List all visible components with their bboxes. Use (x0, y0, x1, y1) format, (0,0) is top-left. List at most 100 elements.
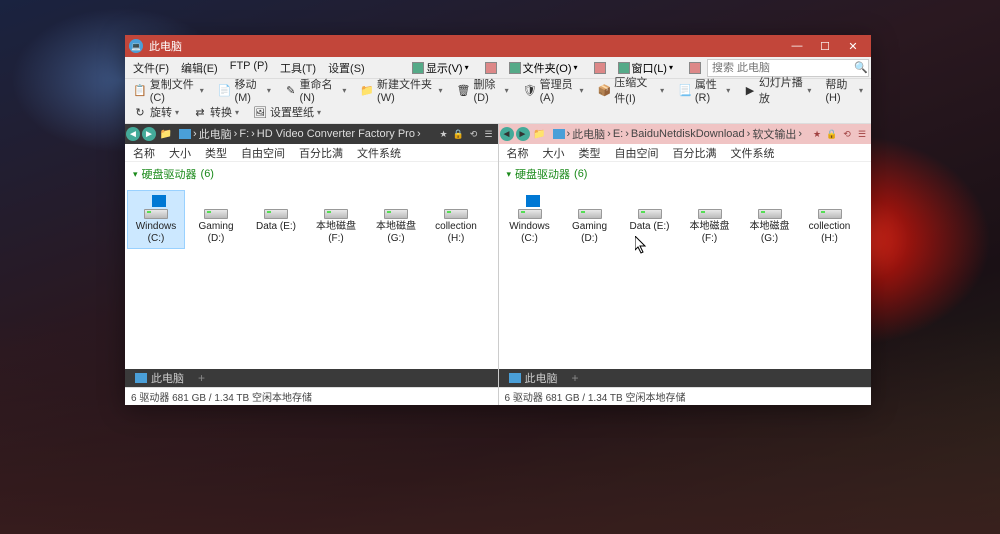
address-bar-left[interactable]: ◄ ► 📁 ›此电脑›F:›HD Video Converter Factory… (125, 124, 498, 144)
column-headers[interactable]: 名称大小类型自由空间百分比满文件系统 (499, 144, 872, 162)
drive-item[interactable]: 本地磁盘 (G:) (741, 190, 799, 249)
drive-group-header[interactable]: ▾ 硬盘驱动器 (6) (499, 162, 872, 186)
column-header[interactable]: 大小 (543, 145, 565, 161)
drive-item[interactable]: Windows (C:) (127, 190, 185, 249)
menu-icon[interactable]: ☰ (855, 127, 869, 141)
drive-item[interactable]: Data (E:) (621, 190, 679, 249)
nav-forward-button[interactable]: ► (516, 127, 530, 141)
drive-label: 本地磁盘 (G:) (370, 221, 422, 244)
nav-back-button[interactable]: ◄ (126, 127, 140, 141)
menu-icon[interactable]: ☰ (482, 127, 496, 141)
left-pane-content[interactable]: ▾ 硬盘驱动器 (6) Windows (C:)Gaming (D:) Data … (125, 162, 498, 369)
breadcrumb-segment[interactable]: HD Video Converter Factory Pro (257, 128, 415, 140)
add-tab-button[interactable]: + (192, 371, 211, 385)
lock-icon[interactable]: 🔒 (825, 127, 839, 141)
sync-icon[interactable]: ⟲ (840, 127, 854, 141)
tool-button[interactable]: 🖼设置壁纸▾ (249, 102, 325, 122)
tool-button[interactable]: ▶幻灯片播放▾ (740, 72, 815, 108)
pane-tab[interactable]: 此电脑 (127, 369, 192, 387)
nav-forward-button[interactable]: ► (142, 127, 156, 141)
column-header[interactable]: 名称 (507, 145, 529, 161)
breadcrumb-segment[interactable]: F: (239, 128, 249, 140)
app-icon: 💻 (129, 39, 143, 53)
tool-button[interactable]: 🗑删除(D)▾ (453, 74, 513, 106)
drive-item[interactable]: 本地磁盘 (F:) (681, 190, 739, 249)
tool-button[interactable]: 🛡管理员(A)▾ (519, 74, 588, 106)
drive-item[interactable]: 本地磁盘 (F:) (307, 190, 365, 249)
drive-label: collection (H:) (804, 221, 856, 244)
column-header[interactable]: 文件系统 (357, 145, 401, 161)
drive-item[interactable]: Gaming (D:) (561, 190, 619, 249)
star-icon[interactable]: ★ (810, 127, 824, 141)
column-header[interactable]: 文件系统 (731, 145, 775, 161)
column-header[interactable]: 类型 (205, 145, 227, 161)
drive-icon (140, 195, 172, 219)
computer-icon (553, 129, 565, 139)
drive-label: 本地磁盘 (G:) (744, 221, 796, 244)
tool-button[interactable]: 📃属性(R)▾ (674, 74, 734, 106)
file-manager-window: 💻 此电脑 — ☐ ✕ 文件(F)编辑(E)FTP (P)工具(T)设置(S) … (125, 35, 871, 405)
breadcrumb-segment[interactable]: 此电脑 (199, 126, 232, 142)
drive-icon (320, 195, 352, 219)
tool-button[interactable]: 📦压缩文件(I)▾ (594, 72, 669, 108)
column-header[interactable]: 名称 (133, 145, 155, 161)
column-header[interactable]: 自由空间 (615, 145, 659, 161)
nav-up-button[interactable]: 📁 (531, 125, 549, 143)
drive-label: collection (H:) (430, 221, 482, 244)
tool-button[interactable]: ↻旋转▾ (129, 102, 183, 122)
drive-item[interactable]: Gaming (D:) (187, 190, 245, 249)
chevron-right-icon: › (193, 128, 197, 140)
drive-group-header[interactable]: ▾ 硬盘驱动器 (6) (125, 162, 498, 186)
sync-icon[interactable]: ⟲ (467, 127, 481, 141)
drive-item[interactable]: Data (E:) (247, 190, 305, 249)
drive-item[interactable]: 本地磁盘 (G:) (367, 190, 425, 249)
tab-bar-left: 此电脑 + (125, 369, 498, 387)
drive-icon (634, 195, 666, 219)
search-icon[interactable]: 🔍 (854, 61, 868, 74)
drive-label: Windows (C:) (504, 221, 556, 244)
lock-icon[interactable]: 🔒 (452, 127, 466, 141)
maximize-button[interactable]: ☐ (811, 35, 839, 57)
breadcrumb-segment[interactable]: E: (613, 128, 623, 140)
drive-label: Gaming (D:) (564, 221, 616, 244)
column-header[interactable]: 类型 (579, 145, 601, 161)
breadcrumb-segment[interactable]: 此电脑 (572, 126, 605, 142)
column-header[interactable]: 百分比满 (299, 145, 343, 161)
minimize-button[interactable]: — (783, 35, 811, 57)
computer-icon (135, 373, 147, 383)
left-pane: ◄ ► 📁 ›此电脑›F:›HD Video Converter Factory… (125, 124, 499, 405)
breadcrumb-segment[interactable]: BaiduNetdiskDownload (631, 128, 745, 140)
drive-item[interactable]: collection (H:) (427, 190, 485, 249)
drive-icon (754, 195, 786, 219)
chevron-right-icon: › (567, 128, 571, 140)
drive-icon (514, 195, 546, 219)
column-header[interactable]: 大小 (169, 145, 191, 161)
pane-tab[interactable]: 此电脑 (501, 369, 566, 387)
drive-item[interactable]: Windows (C:) (501, 190, 559, 249)
nav-up-button[interactable]: 📁 (157, 125, 175, 143)
tool-button[interactable]: 📁新建文件夹(W)▾ (356, 74, 446, 106)
breadcrumb-segment[interactable]: 软文输出 (752, 126, 796, 142)
collapse-icon: ▾ (507, 169, 512, 180)
close-button[interactable]: ✕ (839, 35, 867, 57)
chevron-right-icon: › (625, 128, 629, 140)
nav-back-button[interactable]: ◄ (500, 127, 514, 141)
column-header[interactable]: 自由空间 (241, 145, 285, 161)
drive-item[interactable]: collection (H:) (801, 190, 859, 249)
titlebar[interactable]: 💻 此电脑 — ☐ ✕ (125, 35, 871, 57)
column-headers[interactable]: 名称大小类型自由空间百分比满文件系统 (125, 144, 498, 162)
drive-icon (574, 195, 606, 219)
column-header[interactable]: 百分比满 (673, 145, 717, 161)
help-button[interactable]: 帮助(H)▾ (821, 74, 867, 106)
address-bar-right[interactable]: ◄ ► 📁 ›此电脑›E:›BaiduNetdiskDownload›软文输出›… (499, 124, 872, 144)
chevron-right-icon: › (234, 128, 238, 140)
drive-label: 本地磁盘 (F:) (684, 221, 736, 244)
collapse-icon: ▾ (133, 169, 138, 180)
star-icon[interactable]: ★ (437, 127, 451, 141)
drive-label: Data (E:) (256, 221, 296, 233)
tool-button[interactable]: ⇄转换▾ (189, 102, 243, 122)
add-tab-button[interactable]: + (566, 371, 585, 385)
drive-icon (814, 195, 846, 219)
window-title: 此电脑 (149, 38, 783, 54)
right-pane-content[interactable]: ▾ 硬盘驱动器 (6) Windows (C:) Gaming (D:)Data … (499, 162, 872, 369)
